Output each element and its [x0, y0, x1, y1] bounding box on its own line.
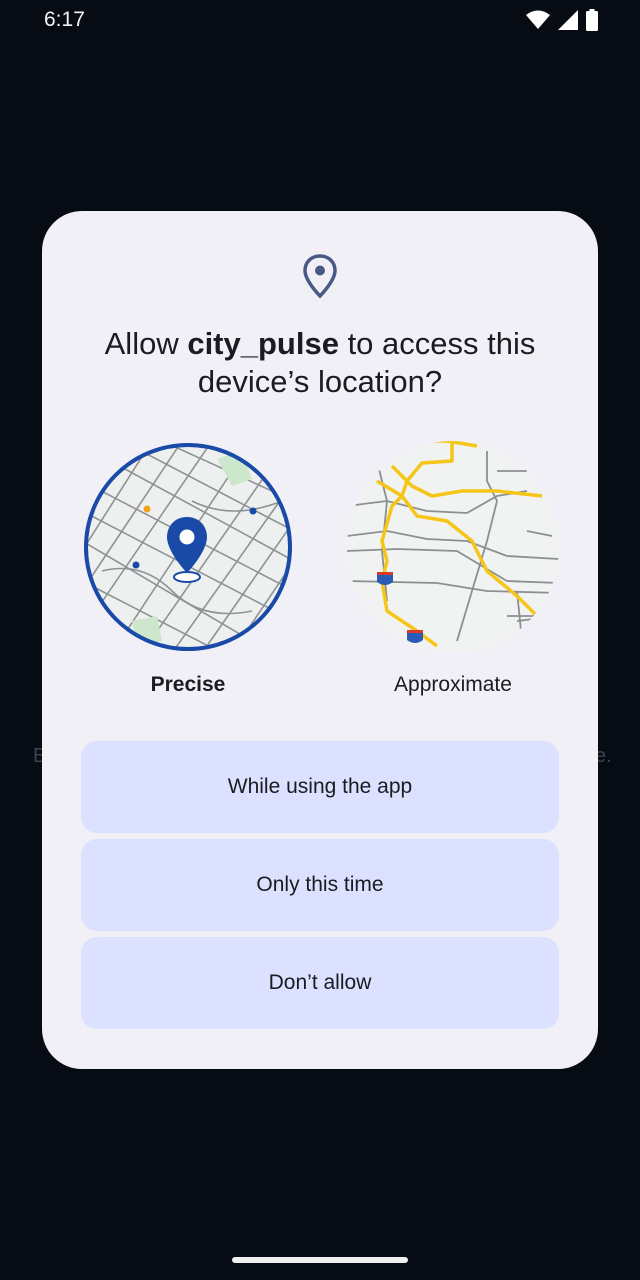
location-pin-icon: [300, 252, 340, 300]
battery-icon: [586, 9, 598, 31]
status-bar: 6:17: [0, 0, 640, 40]
option-precise-label: Precise: [150, 673, 226, 696]
cellular-signal-icon: [558, 10, 578, 30]
home-indicator[interactable]: [232, 1257, 408, 1263]
status-time: 6:17: [44, 8, 85, 31]
option-precise[interactable]: Precise: [80, 441, 296, 711]
dialog-title: Allow city_pulse to access this device’s…: [104, 326, 536, 399]
app-name: city_pulse: [187, 326, 339, 361]
option-approximate-label: Approximate: [394, 673, 512, 696]
option-approximate[interactable]: Approximate: [345, 441, 561, 711]
wifi-icon: [526, 10, 550, 30]
while-using-app-button[interactable]: While using the app: [81, 741, 559, 833]
location-permission-dialog: Allow city_pulse to access this device’s…: [42, 211, 598, 1069]
status-icons: [526, 9, 598, 31]
only-this-time-button[interactable]: Only this time: [81, 839, 559, 931]
dont-allow-button[interactable]: Don’t allow: [81, 937, 559, 1029]
